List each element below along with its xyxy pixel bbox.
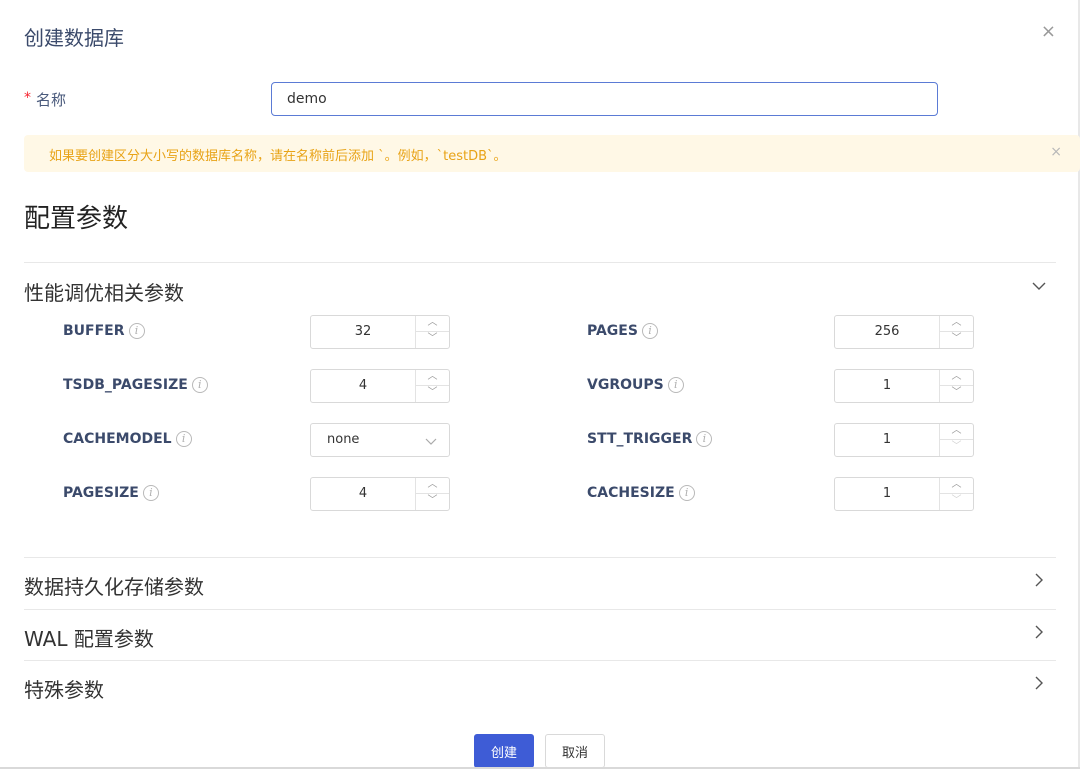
decrement-icon[interactable]: ﹀ — [940, 494, 973, 510]
panel-header-performance[interactable]: 性能调优相关参数 — [24, 275, 1056, 305]
param-label-text: PAGESIZE — [63, 485, 139, 501]
param-label-text: TSDB_PAGESIZE — [63, 377, 188, 393]
chevron-down-icon — [1032, 282, 1046, 290]
modal-title: 创建数据库 — [24, 26, 124, 50]
info-icon[interactable]: i — [142, 485, 159, 501]
panel-label: 性能调优相关参数 — [24, 281, 184, 305]
chevron-right-icon — [1035, 573, 1043, 587]
panel-label: 特殊参数 — [24, 678, 104, 702]
cachemodel-value: none — [327, 432, 360, 447]
case-sensitive-alert: 如果要创建区分大小写的数据库名称，请在名称前后添加 `。例如，`testDB`。… — [24, 135, 1080, 172]
alert-close-icon[interactable]: × — [1050, 144, 1062, 160]
vgroups-value[interactable]: 1 — [835, 370, 939, 402]
param-label-text: CACHESIZE — [587, 485, 675, 501]
pagesize-value[interactable]: 4 — [311, 478, 415, 510]
param-label-buffer: BUFFER i — [63, 323, 145, 339]
info-icon[interactable]: i — [175, 431, 192, 447]
param-label-pagesize: PAGESIZE i — [63, 485, 159, 501]
stt-trigger-input[interactable]: 1 ︿ ﹀ — [834, 423, 974, 457]
chevron-down-icon — [425, 438, 437, 445]
tsdb-pagesize-input[interactable]: 4 ︿ ﹀ — [310, 369, 450, 403]
stepper: ︿ ﹀ — [939, 478, 973, 510]
info-icon[interactable]: i — [678, 485, 695, 501]
cachesize-value[interactable]: 1 — [835, 478, 939, 510]
stepper: ︿ ﹀ — [939, 370, 973, 402]
increment-icon[interactable]: ︿ — [416, 370, 449, 386]
alert-text: 如果要创建区分大小写的数据库名称，请在名称前后添加 `。例如，`testDB`。 — [49, 149, 507, 164]
param-label-cachemodel: CACHEMODEL i — [63, 431, 192, 447]
close-icon[interactable]: × — [1041, 22, 1056, 42]
chevron-right-icon — [1035, 625, 1043, 639]
stepper: ︿ ﹀ — [939, 316, 973, 348]
decrement-icon[interactable]: ﹀ — [940, 332, 973, 348]
stepper: ︿ ﹀ — [415, 478, 449, 510]
stepper: ︿ ﹀ — [939, 424, 973, 456]
decrement-icon[interactable]: ﹀ — [416, 332, 449, 348]
panel-header-wal[interactable]: WAL 配置参数 — [24, 621, 1056, 651]
create-button[interactable]: 创建 — [474, 734, 534, 768]
panel-label: WAL 配置参数 — [24, 627, 154, 651]
param-label-text: STT_TRIGGER — [587, 431, 693, 447]
panel-header-special[interactable]: 特殊参数 — [24, 672, 1056, 702]
increment-icon[interactable]: ︿ — [416, 316, 449, 332]
decrement-icon[interactable]: ﹀ — [940, 386, 973, 402]
buffer-input[interactable]: 32 ︿ ﹀ — [310, 315, 450, 349]
increment-icon[interactable]: ︿ — [940, 478, 973, 494]
stt-trigger-value[interactable]: 1 — [835, 424, 939, 456]
config-section-title: 配置参数 — [24, 204, 129, 234]
panel-header-persistence[interactable]: 数据持久化存储参数 — [24, 569, 1056, 599]
divider — [24, 557, 1056, 558]
param-label-text: VGROUPS — [587, 377, 664, 393]
param-label-cachesize: CACHESIZE i — [587, 485, 695, 501]
pagesize-input[interactable]: 4 ︿ ﹀ — [310, 477, 450, 511]
cachemodel-select[interactable]: none — [310, 423, 450, 457]
info-icon[interactable]: i — [128, 323, 145, 339]
pages-input[interactable]: 256 ︿ ﹀ — [834, 315, 974, 349]
increment-icon[interactable]: ︿ — [940, 370, 973, 386]
cachesize-input[interactable]: 1 ︿ ﹀ — [834, 477, 974, 511]
param-label-text: BUFFER — [63, 323, 125, 339]
param-label-text: CACHEMODEL — [63, 431, 172, 447]
divider — [24, 660, 1056, 661]
pages-value[interactable]: 256 — [835, 316, 939, 348]
panel-label: 数据持久化存储参数 — [24, 575, 204, 599]
param-label-text: PAGES — [587, 323, 638, 339]
info-icon[interactable]: i — [641, 323, 658, 339]
decrement-icon[interactable]: ﹀ — [416, 494, 449, 510]
buffer-value[interactable]: 32 — [311, 316, 415, 348]
increment-icon[interactable]: ︿ — [940, 316, 973, 332]
param-label-stt-trigger: STT_TRIGGER i — [587, 431, 713, 447]
info-icon[interactable]: i — [191, 377, 208, 393]
param-label-vgroups: VGROUPS i — [587, 377, 684, 393]
required-mark: * — [24, 90, 31, 106]
decrement-icon[interactable]: ﹀ — [416, 386, 449, 402]
name-input[interactable] — [271, 82, 938, 116]
decrement-icon[interactable]: ﹀ — [940, 440, 973, 456]
cancel-button[interactable]: 取消 — [545, 734, 605, 768]
divider — [24, 609, 1056, 610]
info-icon[interactable]: i — [696, 431, 713, 447]
stepper: ︿ ﹀ — [415, 370, 449, 402]
stepper: ︿ ﹀ — [415, 316, 449, 348]
chevron-right-icon — [1035, 676, 1043, 690]
vgroups-input[interactable]: 1 ︿ ﹀ — [834, 369, 974, 403]
param-label-pages: PAGES i — [587, 323, 658, 339]
name-form-row: * 名称 — [24, 82, 938, 116]
divider — [24, 262, 1056, 263]
increment-icon[interactable]: ︿ — [416, 478, 449, 494]
name-label: 名称 — [36, 91, 67, 109]
param-label-tsdb-pagesize: TSDB_PAGESIZE i — [63, 377, 208, 393]
info-icon[interactable]: i — [667, 377, 684, 393]
increment-icon[interactable]: ︿ — [940, 424, 973, 440]
tsdb-pagesize-value[interactable]: 4 — [311, 370, 415, 402]
